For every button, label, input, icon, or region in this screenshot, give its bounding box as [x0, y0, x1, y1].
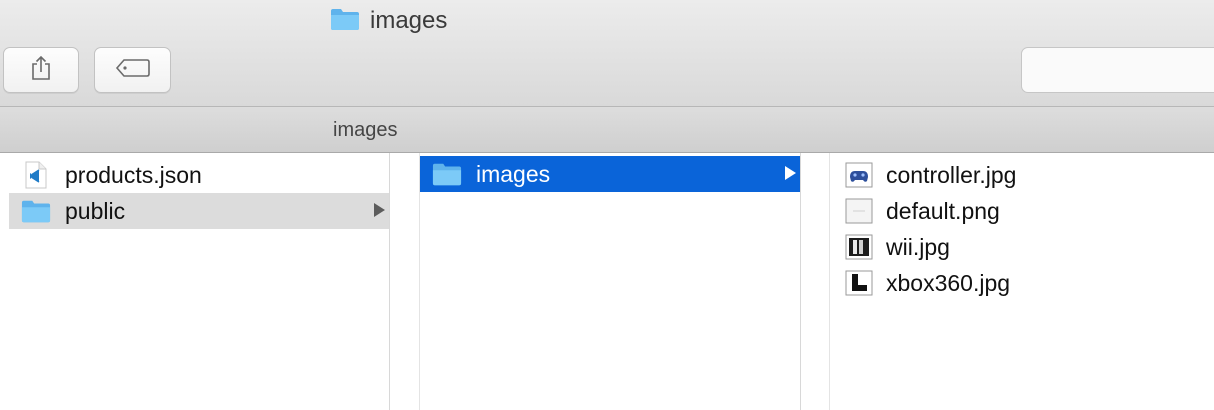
window-title-label: images: [370, 7, 448, 34]
search-field[interactable]: [1021, 47, 1214, 93]
image-thumbnail-icon: [844, 269, 874, 297]
list-item-label: controller.jpg: [886, 162, 1017, 188]
share-icon: [30, 55, 52, 86]
list-item-label: public: [65, 198, 126, 224]
browser-column-3[interactable]: controller.jpg default.png wii.jpg xbox3…: [829, 153, 1214, 410]
browser-column-2[interactable]: images: [419, 153, 801, 410]
list-item-label: wii.jpg: [886, 234, 950, 260]
tag-button[interactable]: [94, 47, 171, 93]
window-title: images: [330, 7, 447, 35]
image-thumbnail-icon: [844, 161, 874, 189]
share-button[interactable]: [3, 47, 79, 93]
image-thumbnail-icon: [844, 233, 874, 261]
window-toolbar: images: [0, 0, 1214, 107]
path-bar-label: images: [333, 119, 398, 141]
folder-icon: [330, 7, 360, 36]
vscode-file-icon: [21, 161, 51, 189]
disclosure-arrow-icon: [374, 203, 385, 217]
list-item-wii-jpg[interactable]: wii.jpg: [830, 229, 1214, 265]
list-item-public[interactable]: public: [9, 193, 389, 229]
list-item-label: default.png: [886, 198, 1000, 224]
disclosure-arrow-icon: [785, 166, 796, 180]
list-item-label: xbox360.jpg: [886, 270, 1011, 296]
list-item-default-png[interactable]: default.png: [830, 193, 1214, 229]
list-item-controller-jpg[interactable]: controller.jpg: [830, 157, 1214, 193]
path-bar: images: [0, 107, 1214, 153]
image-thumbnail-icon: [844, 197, 874, 225]
list-item-label: products.json: [65, 162, 202, 188]
list-item-images[interactable]: images: [420, 156, 800, 192]
list-item-products-json[interactable]: products.json: [9, 157, 389, 193]
folder-icon: [432, 160, 462, 188]
folder-icon: [21, 197, 51, 225]
browser-column-1[interactable]: products.json public: [9, 153, 390, 410]
tag-icon: [115, 58, 151, 83]
list-item-xbox360-jpg[interactable]: xbox360.jpg: [830, 265, 1214, 301]
list-item-label: images: [476, 161, 551, 187]
